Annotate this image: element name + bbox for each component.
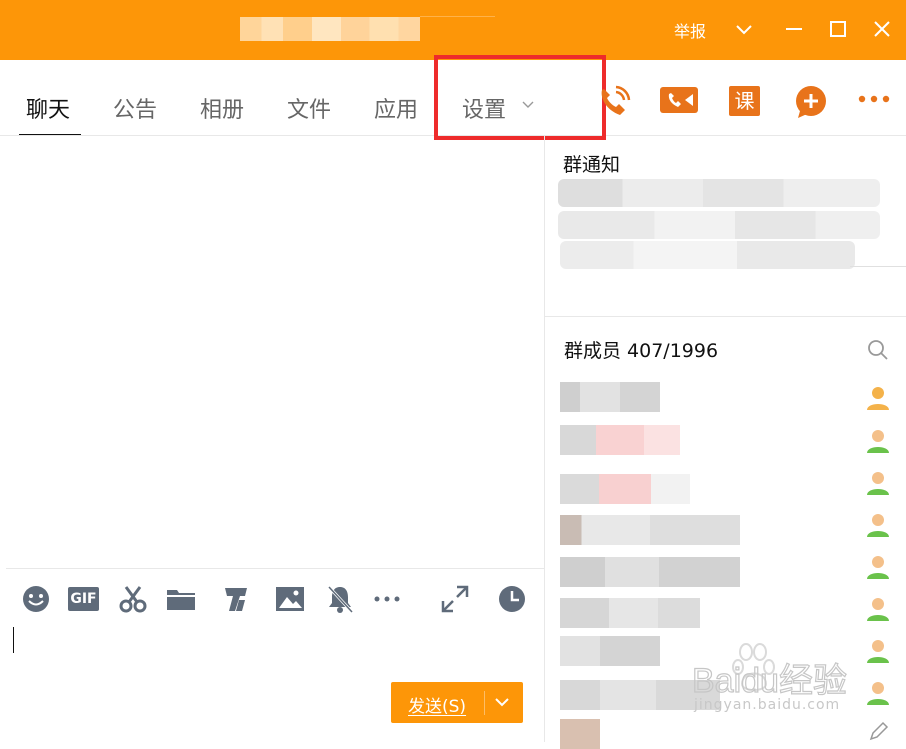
notice-text-blurred bbox=[558, 179, 880, 207]
member-icon bbox=[867, 556, 889, 579]
mute-icon[interactable] bbox=[325, 584, 355, 614]
add-app-icon[interactable] bbox=[794, 85, 828, 119]
emoji-icon[interactable] bbox=[21, 584, 51, 614]
course-icon[interactable]: 课 bbox=[729, 86, 760, 116]
notice-title: 群通知 bbox=[563, 154, 621, 176]
window-title-blurred bbox=[240, 17, 420, 41]
screenshot-icon[interactable] bbox=[118, 584, 148, 614]
section-divider bbox=[545, 316, 906, 317]
edit-icon[interactable] bbox=[868, 721, 890, 741]
member-icon bbox=[867, 598, 889, 621]
title-divider bbox=[420, 16, 495, 17]
video-call-icon[interactable] bbox=[659, 85, 699, 115]
members-title: 群成员 407/1996 bbox=[564, 340, 719, 362]
member-name-blurred[interactable] bbox=[560, 719, 600, 749]
send-button[interactable]: 发送(S) bbox=[391, 682, 523, 723]
maximize-icon[interactable] bbox=[823, 14, 853, 44]
chevron-down-icon[interactable] bbox=[729, 14, 759, 44]
expand-icon[interactable] bbox=[440, 584, 470, 614]
member-icon bbox=[867, 514, 889, 537]
send-label: 发送(S) bbox=[408, 697, 467, 717]
watermark-brand: Baidu经验 bbox=[692, 662, 847, 700]
tab-apps[interactable]: 应用 bbox=[374, 92, 418, 124]
member-icon bbox=[867, 472, 889, 495]
image-icon[interactable] bbox=[275, 584, 305, 614]
more-icon[interactable] bbox=[857, 92, 891, 106]
notice-text-blurred bbox=[558, 211, 880, 239]
highlight-annotation bbox=[434, 55, 606, 140]
member-owner-icon bbox=[867, 387, 889, 410]
member-name-blurred[interactable] bbox=[560, 425, 680, 455]
input-divider bbox=[6, 568, 544, 569]
close-icon[interactable] bbox=[867, 14, 897, 44]
tab-album[interactable]: 相册 bbox=[200, 92, 244, 124]
tab-files[interactable]: 文件 bbox=[287, 92, 331, 124]
member-name-blurred[interactable] bbox=[560, 557, 740, 587]
report-button[interactable]: 举报 bbox=[674, 18, 706, 42]
member-name-blurred[interactable] bbox=[560, 474, 690, 504]
member-name-blurred[interactable] bbox=[560, 382, 660, 412]
history-icon[interactable] bbox=[497, 584, 527, 614]
member-name-blurred[interactable] bbox=[560, 515, 740, 545]
member-name-blurred[interactable] bbox=[560, 598, 700, 628]
tab-chat[interactable]: 聊天 bbox=[26, 92, 70, 124]
search-icon[interactable] bbox=[866, 338, 890, 362]
chevron-down-icon[interactable] bbox=[494, 696, 510, 710]
notice-divider bbox=[850, 266, 906, 267]
voice-call-icon[interactable] bbox=[596, 84, 632, 120]
member-icon bbox=[867, 430, 889, 453]
folder-icon[interactable] bbox=[166, 584, 196, 614]
panel-divider bbox=[544, 136, 545, 742]
member-name-blurred[interactable] bbox=[560, 636, 660, 666]
send-divider bbox=[484, 691, 485, 715]
font-icon[interactable] bbox=[221, 584, 251, 614]
tab-announcement[interactable]: 公告 bbox=[113, 92, 157, 124]
more-icon[interactable] bbox=[372, 584, 402, 614]
watermark-url: jingyan.baidu.com bbox=[694, 697, 841, 713]
minimize-icon[interactable] bbox=[779, 14, 809, 44]
notice-text-blurred bbox=[560, 241, 855, 269]
gif-icon[interactable]: GIF bbox=[68, 587, 99, 611]
text-cursor bbox=[13, 627, 14, 653]
title-bar: 举报 bbox=[0, 0, 906, 60]
